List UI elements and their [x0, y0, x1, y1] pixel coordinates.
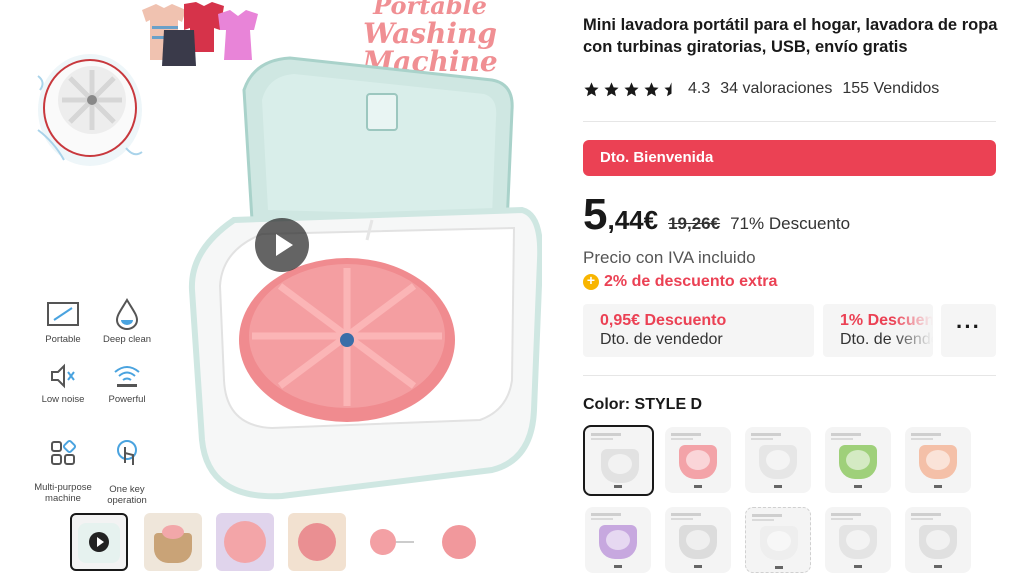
one-key-icon — [117, 440, 137, 465]
coupon-seller-2[interactable]: 1% Descuento Dto. de vendedor — [823, 304, 933, 357]
product-title: Mini lavadora portátil para el hogar, la… — [583, 16, 998, 56]
vat-note: Precio con IVA incluido — [583, 248, 756, 267]
coupon-seller[interactable]: 0,95€ Descuento Dto. de vendedor — [583, 304, 814, 357]
swatch-style-d[interactable] — [583, 425, 654, 496]
price-integer: 5 — [583, 190, 608, 239]
swatch-style-10[interactable] — [905, 507, 971, 573]
swatch-style-3[interactable] — [745, 427, 811, 493]
thumbnail-6[interactable] — [432, 513, 490, 571]
feature-multi-purpose: Multi-purpose machine — [28, 428, 98, 504]
coupon-list: 0,95€ Descuento Dto. de vendedor 1% Desc… — [583, 304, 996, 357]
swatch-style-4[interactable] — [825, 427, 891, 493]
swatch-style-6[interactable] — [585, 507, 651, 573]
coupon-type: Dto. de vendedor — [600, 331, 723, 348]
coin-plus-icon — [583, 272, 599, 290]
thumbnail-5[interactable] — [360, 513, 418, 571]
extra-discount-text: 2% de descuento extra — [604, 273, 778, 290]
mini-drum-image — [37, 54, 143, 166]
thumbnail-4[interactable] — [288, 513, 346, 571]
swatch-style-9[interactable] — [825, 507, 891, 573]
sold-count: 155 Vendidos — [842, 80, 940, 97]
play-icon — [89, 532, 109, 552]
hero-title-line1: Portable — [373, 0, 487, 20]
feature-powerful: Powerful — [92, 362, 162, 405]
swatch-style-8[interactable] — [745, 507, 811, 573]
rating-score: 4.3 — [688, 80, 711, 97]
extra-discount[interactable]: 2% de descuento extra — [583, 272, 778, 291]
feature-one-key: One key operation — [92, 428, 162, 505]
deep-clean-icon — [115, 298, 139, 330]
thumbnail-2[interactable] — [144, 513, 202, 571]
reviews-link[interactable]: 34 valoraciones — [720, 80, 832, 98]
powerful-icon — [114, 366, 140, 387]
feature-low-noise: Low noise — [28, 362, 98, 405]
star-icon — [624, 81, 639, 96]
welcome-discount-banner[interactable]: Dto. Bienvenida — [583, 140, 996, 176]
low-noise-icon — [51, 363, 75, 389]
divider — [583, 375, 996, 376]
rating-row: 4.3 34 valoraciones 155 Vendidos — [583, 80, 939, 98]
rating-stars[interactable] — [583, 81, 680, 98]
thumbnail-video[interactable] — [70, 513, 128, 571]
feature-deep-clean: Deep clean — [92, 298, 162, 345]
swatch-style-7[interactable] — [665, 507, 731, 573]
discount-percent: 71% Descuento — [730, 214, 851, 233]
feature-portable: Portable — [28, 300, 98, 345]
coupon-amount: 1% Descuento — [840, 312, 933, 329]
multi-purpose-icon — [51, 439, 77, 465]
product-main-image[interactable]: Portable Washing Machine Portable Deep c… — [22, 0, 550, 505]
color-label: Color: STYLE D — [583, 396, 703, 413]
coupon-amount: 0,95€ Descuento — [600, 312, 727, 329]
swatch-style-2[interactable] — [665, 427, 731, 493]
color-swatches — [583, 425, 996, 576]
divider — [583, 121, 996, 122]
star-icon — [584, 81, 599, 96]
half-star-icon — [664, 81, 672, 96]
price-decimal: ,44€ — [607, 205, 659, 235]
thumbnail-3[interactable] — [216, 513, 274, 571]
star-icon — [604, 81, 619, 96]
price-row: 5 ,44€ 19,26€ 71% Descuento — [583, 190, 850, 240]
more-coupons-button[interactable]: ··· — [941, 304, 996, 357]
image-thumbnails — [70, 513, 510, 571]
washing-machine-image — [188, 56, 542, 500]
coupon-type: Dto. de vendedor — [840, 331, 933, 348]
original-price: 19,26€ — [668, 214, 721, 233]
portable-icon — [47, 302, 79, 326]
video-play-button[interactable] — [255, 218, 309, 272]
star-icon — [644, 81, 659, 96]
swatch-style-5[interactable] — [905, 427, 971, 493]
